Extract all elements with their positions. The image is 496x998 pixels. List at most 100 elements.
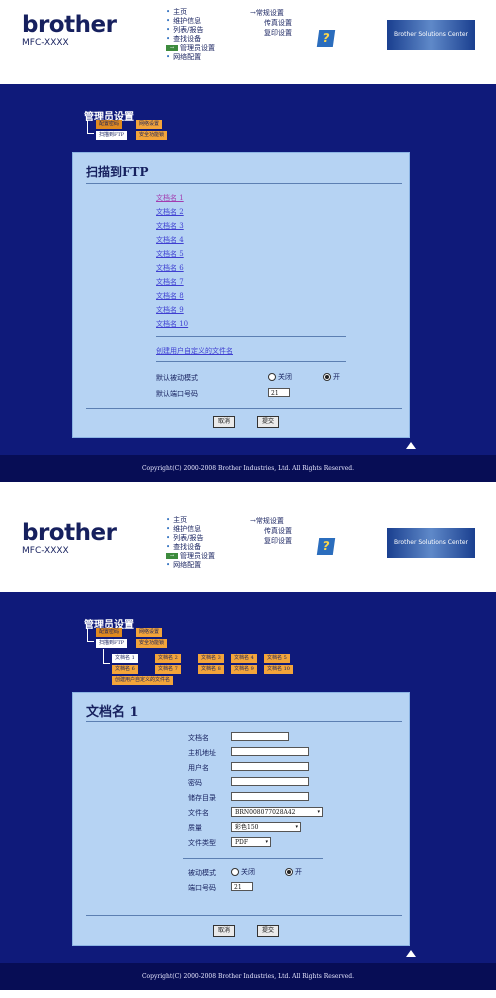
quality-select[interactable]: 彩色150 ▾	[231, 822, 301, 832]
doc-tab-9[interactable]: 文档名 9	[231, 665, 257, 674]
port-label: 默认端口号码	[156, 390, 198, 398]
tab-network-settings[interactable]: 网络设置	[136, 120, 163, 129]
nav-copy[interactable]: 复印设置	[264, 537, 292, 545]
doc-tab-3[interactable]: 文档名 3	[198, 654, 224, 663]
footer: Copyright(C) 2000-2008 Brother Industrie…	[0, 455, 496, 482]
nav-network[interactable]: 网络配置	[173, 53, 201, 61]
file-link-5[interactable]: 文档名 5	[156, 249, 184, 259]
passive-off-label: 关闭	[278, 373, 292, 381]
nav-home[interactable]: 主页	[173, 516, 187, 524]
tree-connector	[103, 649, 110, 664]
doc-tab-10[interactable]: 文档名 10	[264, 665, 293, 674]
tab-secure-function-lock[interactable]: 安全功能锁	[136, 131, 168, 140]
file-link-1[interactable]: 文档名 1	[156, 193, 184, 203]
doc-tab-4[interactable]: 文档名 4	[231, 654, 257, 663]
radio-selected-icon	[285, 868, 293, 876]
bullet-icon: •	[166, 516, 171, 524]
port-input[interactable]: 21	[268, 388, 290, 397]
nav-fax[interactable]: 传真设置	[264, 19, 292, 27]
file-link-6[interactable]: 文档名 6	[156, 263, 184, 273]
file-link-7[interactable]: 文档名 7	[156, 277, 184, 287]
bullet-icon: •	[166, 8, 171, 16]
nav-lists[interactable]: 列表/报告	[173, 26, 203, 34]
host-input[interactable]	[231, 747, 309, 756]
doc-tab-6[interactable]: 文档名 6	[112, 665, 138, 674]
passive-on-radio[interactable]: 开	[323, 372, 340, 382]
main-nav: • 主页 • 维护信息 • 列表/报告 • 查找设备 → 管理员设置 • 网络配置	[166, 8, 215, 62]
passive-on-label: 开	[333, 373, 340, 381]
tab-network-settings[interactable]: 网络设置	[136, 628, 163, 637]
divider	[156, 361, 346, 362]
file-type-select[interactable]: PDF ▾	[231, 837, 271, 847]
cancel-button[interactable]: 取消	[213, 416, 236, 428]
doc-tab-5[interactable]: 文档名 5	[264, 654, 290, 663]
scroll-top-arrow-icon[interactable]	[406, 950, 416, 957]
host-label: 主机地址	[188, 749, 216, 757]
profile-name-input[interactable]	[231, 732, 289, 741]
file-link-10[interactable]: 文档名 10	[156, 319, 188, 329]
solutions-center-banner[interactable]: Brother Solutions Center	[387, 20, 475, 50]
help-icon[interactable]: ?	[316, 538, 336, 555]
divider	[156, 336, 346, 337]
nav-find-device[interactable]: 查找设备	[173, 35, 201, 43]
passive-on-label: 开	[295, 868, 302, 876]
nav-general[interactable]: 常规设置	[256, 9, 284, 17]
arrow-icon: →	[166, 553, 178, 559]
nav-fax[interactable]: 传真设置	[264, 527, 292, 535]
tab-scan-to-ftp[interactable]: 扫描到FTP	[96, 639, 128, 648]
doc-tab-1[interactable]: 文档名 1	[112, 654, 138, 663]
help-icon[interactable]: ?	[316, 30, 336, 47]
bullet-icon: •	[166, 534, 171, 542]
divider	[86, 721, 402, 722]
tab-config-password[interactable]: 配置密码	[96, 628, 123, 637]
nav-network[interactable]: 网络配置	[173, 561, 201, 569]
brother-logo[interactable]: brother	[22, 520, 117, 546]
file-name-select[interactable]: BRN008077028A42 ▾	[231, 807, 323, 817]
nav-general[interactable]: 常规设置	[256, 517, 284, 525]
submit-button[interactable]: 提交	[257, 925, 280, 937]
tab-config-password[interactable]: 配置密码	[96, 120, 123, 129]
bullet-icon: •	[166, 53, 171, 61]
passive-off-radio[interactable]: 关闭	[231, 867, 255, 877]
file-name-label: 文件名	[188, 809, 209, 817]
nav-maintenance[interactable]: 维护信息	[173, 17, 201, 25]
brother-logo[interactable]: brother	[22, 12, 117, 38]
passive-mode-label: 被动模式	[188, 869, 216, 877]
cancel-button[interactable]: 取消	[213, 925, 236, 937]
nav-lists[interactable]: 列表/报告	[173, 534, 203, 542]
content-box: 扫描到FTP 文档名 1 文档名 2 文档名 3 文档名 4 文档名 5 文档名…	[72, 152, 410, 438]
admin-panel: 管理员设置 配置密码 网络设置 扫描到FTP 安全功能锁 文档名 1 文档名 2…	[0, 592, 496, 990]
nav-find-device[interactable]: 查找设备	[173, 543, 201, 551]
doc-tab-custom[interactable]: 创建用户自定义的文件名	[112, 676, 174, 685]
custom-filename-link[interactable]: 创建用户自定义的文件名	[156, 346, 233, 356]
tab-secure-function-lock[interactable]: 安全功能锁	[136, 639, 168, 648]
password-input[interactable]	[231, 777, 309, 786]
port-input[interactable]: 21	[231, 882, 253, 891]
nav-home[interactable]: 主页	[173, 8, 187, 16]
doc-tab-7[interactable]: 文档名 7	[155, 665, 181, 674]
nav-copy[interactable]: 复印设置	[264, 29, 292, 37]
passive-off-radio[interactable]: 关闭	[268, 372, 292, 382]
store-dir-input[interactable]	[231, 792, 309, 801]
model-name: MFC-XXXX	[22, 546, 69, 556]
nav-admin[interactable]: 管理员设置	[180, 44, 215, 52]
nav-maintenance[interactable]: 维护信息	[173, 525, 201, 533]
doc-tab-2[interactable]: 文档名 2	[155, 654, 181, 663]
tab-scan-to-ftp[interactable]: 扫描到FTP	[96, 131, 128, 140]
nav-admin[interactable]: 管理员设置	[180, 552, 215, 560]
quality-value: 彩色150	[235, 824, 259, 831]
file-link-8[interactable]: 文档名 8	[156, 291, 184, 301]
submit-button[interactable]: 提交	[257, 416, 280, 428]
file-link-4[interactable]: 文档名 4	[156, 235, 184, 245]
solutions-center-banner[interactable]: Brother Solutions Center	[387, 528, 475, 558]
file-link-3[interactable]: 文档名 3	[156, 221, 184, 231]
file-link-9[interactable]: 文档名 9	[156, 305, 184, 315]
passive-on-radio[interactable]: 开	[285, 867, 302, 877]
port-label: 端口号码	[188, 884, 216, 892]
scroll-top-arrow-icon[interactable]	[406, 442, 416, 449]
screen-scan-to-ftp: brother MFC-XXXX • 主页 • 维护信息 • 列表/报告 • 查找设备 …	[0, 0, 496, 482]
file-link-2[interactable]: 文档名 2	[156, 207, 184, 217]
username-input[interactable]	[231, 762, 309, 771]
bullet-icon: •	[166, 525, 171, 533]
doc-tab-8[interactable]: 文档名 8	[198, 665, 224, 674]
